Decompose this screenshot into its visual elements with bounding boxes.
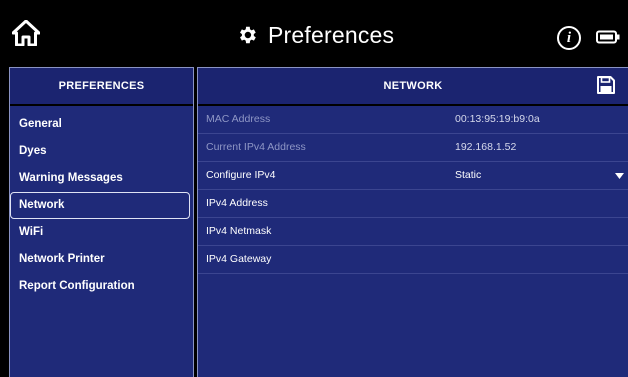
row-value: 192.168.1.52 <box>455 141 517 153</box>
row-label: IPv4 Address <box>206 197 268 209</box>
gear-icon <box>240 26 256 44</box>
row-label: Current IPv4 Address <box>206 141 306 153</box>
sidebar-item-report-configuration[interactable]: Report Configuration <box>10 273 190 300</box>
battery-icon <box>596 30 620 44</box>
settings-row-ipv4-netmask[interactable]: IPv4 Netmask <box>198 218 628 246</box>
sidebar-item-network-printer[interactable]: Network Printer <box>10 246 190 273</box>
sidebar-heading: PREFERENCES <box>10 68 193 106</box>
save-icon[interactable] <box>597 76 615 94</box>
row-label: MAC Address <box>206 113 271 125</box>
sidebar-item-dyes[interactable]: Dyes <box>10 138 190 165</box>
panel-heading-label: NETWORK <box>383 80 443 92</box>
info-icon[interactable]: i <box>557 26 581 50</box>
settings-row-mac-address: MAC Address 00:13:95:19:b9:0a <box>198 106 628 134</box>
network-settings-panel: NETWORK MAC Address 00:13:95:19:b9:0a Cu… <box>197 67 628 377</box>
row-value: 00:13:95:19:b9:0a <box>455 113 540 125</box>
sidebar-nav: General Dyes Warning Messages Network Wi… <box>10 106 193 300</box>
preferences-sidebar: PREFERENCES General Dyes Warning Message… <box>9 67 194 377</box>
page-title: Preferences <box>268 21 395 48</box>
sidebar-item-network[interactable]: Network <box>10 192 190 219</box>
chevron-down-icon[interactable] <box>615 173 624 179</box>
page-title-group: Preferences <box>236 20 394 50</box>
settings-row-current-ipv4-address: Current IPv4 Address 192.168.1.52 <box>198 134 628 162</box>
settings-rows: MAC Address 00:13:95:19:b9:0a Current IP… <box>198 106 628 274</box>
home-icon[interactable] <box>12 20 40 46</box>
row-label: Configure IPv4 <box>206 169 276 181</box>
sidebar-item-wifi[interactable]: WiFi <box>10 219 190 246</box>
sidebar-item-warning-messages[interactable]: Warning Messages <box>10 165 190 192</box>
top-bar: Preferences i <box>0 0 628 62</box>
settings-row-ipv4-address[interactable]: IPv4 Address <box>198 190 628 218</box>
settings-row-ipv4-gateway[interactable]: IPv4 Gateway <box>198 246 628 274</box>
panel-heading: NETWORK <box>198 68 628 106</box>
row-label: IPv4 Netmask <box>206 225 272 237</box>
sidebar-item-general[interactable]: General <box>10 111 190 138</box>
row-label: IPv4 Gateway <box>206 253 272 265</box>
settings-row-configure-ipv4[interactable]: Configure IPv4 Static <box>198 162 628 190</box>
configure-ipv4-select[interactable]: Static <box>455 162 481 189</box>
